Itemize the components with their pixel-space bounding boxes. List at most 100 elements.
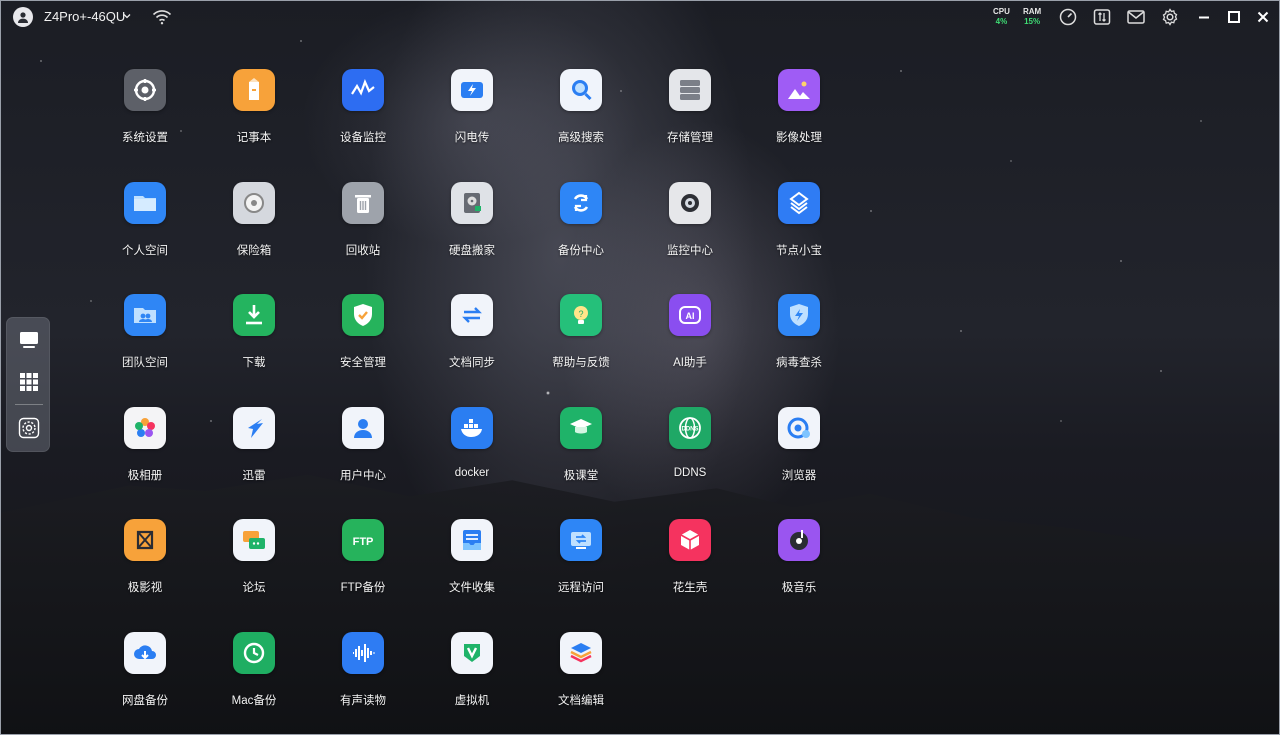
app-tile[interactable]: 远程访问 (531, 519, 631, 619)
docker-icon[interactable] (451, 407, 493, 449)
app-tile[interactable]: 文件收集 (422, 519, 522, 619)
app-tile[interactable]: 有声读物 (313, 632, 413, 732)
graduation-icon[interactable] (560, 407, 602, 449)
app-label: 硬盘搬家 (449, 245, 495, 257)
app-tile[interactable]: 网盘备份 (95, 632, 195, 732)
app-tile[interactable]: 下载 (204, 294, 304, 394)
backup-icon[interactable] (560, 182, 602, 224)
app-tile[interactable]: 花生壳 (640, 519, 740, 619)
gear-icon[interactable] (124, 69, 166, 111)
app-tile[interactable]: ? 帮助与反馈 (531, 294, 631, 394)
transfer-icon[interactable] (1092, 7, 1112, 27)
shield-check-icon[interactable] (342, 294, 384, 336)
download-icon[interactable] (233, 294, 275, 336)
app-tile[interactable]: 存储管理 (640, 69, 740, 169)
app-tile[interactable]: 闪电传 (422, 69, 522, 169)
app-tile[interactable]: 用户中心 (313, 407, 413, 507)
app-label: 论坛 (242, 582, 266, 594)
app-tile[interactable]: DDNS DDNS (640, 407, 740, 507)
app-tile[interactable]: 极音乐 (749, 519, 849, 619)
user-avatar-icon[interactable] (13, 7, 33, 27)
browser-icon[interactable] (778, 407, 820, 449)
app-tile[interactable]: 回收站 (313, 182, 413, 282)
app-tile[interactable]: 保险箱 (204, 182, 304, 282)
trash-icon[interactable] (342, 182, 384, 224)
monitor-wave-icon[interactable] (342, 69, 384, 111)
storage-icon[interactable] (669, 69, 711, 111)
app-tile[interactable]: docker (422, 407, 522, 507)
app-tile[interactable]: 影像处理 (749, 69, 849, 169)
app-tile[interactable]: 极相册 (95, 407, 195, 507)
video-icon[interactable] (124, 519, 166, 561)
speed-gauge-icon[interactable] (1058, 7, 1078, 27)
app-tile[interactable]: 记事本 (204, 69, 304, 169)
layers-icon[interactable] (560, 632, 602, 674)
user-icon[interactable] (342, 407, 384, 449)
app-tile[interactable]: 节点小宝 (749, 182, 849, 282)
app-tile[interactable]: 安全管理 (313, 294, 413, 394)
app-tile[interactable]: 备份中心 (531, 182, 631, 282)
maximize-icon[interactable] (1224, 7, 1244, 27)
music-icon[interactable] (778, 519, 820, 561)
app-tile[interactable]: 迅雷 (204, 407, 304, 507)
app-tile[interactable]: 监控中心 (640, 182, 740, 282)
disk-icon[interactable] (451, 182, 493, 224)
forum-icon[interactable] (233, 519, 275, 561)
chevron-down-icon[interactable] (122, 11, 132, 21)
help-bulb-icon[interactable]: ? (560, 294, 602, 336)
desktop-icon[interactable] (18, 329, 40, 351)
app-tile[interactable]: 硬盘搬家 (422, 182, 522, 282)
app-tile[interactable]: 系统设置 (95, 69, 195, 169)
settings-gear-icon[interactable] (1160, 7, 1180, 27)
app-tile[interactable]: Mac备份 (204, 632, 304, 732)
team-folder-icon[interactable] (124, 294, 166, 336)
app-tile[interactable]: 个人空间 (95, 182, 195, 282)
cloud-download-icon[interactable] (124, 632, 166, 674)
mail-icon[interactable] (1126, 7, 1146, 27)
photos-icon[interactable] (124, 407, 166, 449)
lightning-icon[interactable] (451, 69, 493, 111)
camera-icon[interactable] (669, 182, 711, 224)
folder-icon[interactable] (124, 182, 166, 224)
vm-icon[interactable] (451, 632, 493, 674)
pencil-icon[interactable] (233, 69, 275, 111)
remote-icon[interactable] (560, 519, 602, 561)
ai-icon[interactable]: AI (669, 294, 711, 336)
app-tile[interactable]: 极影视 (95, 519, 195, 619)
app-tile[interactable]: 团队空间 (95, 294, 195, 394)
app-label: 设备监控 (340, 132, 386, 144)
app-label: 浏览器 (781, 470, 817, 482)
app-label: 文档同步 (449, 357, 495, 369)
app-tile[interactable]: 极课堂 (531, 407, 631, 507)
app-tile[interactable]: 设备监控 (313, 69, 413, 169)
app-tile[interactable]: 高级搜索 (531, 69, 631, 169)
dock-settings-icon[interactable] (18, 417, 40, 439)
search-icon[interactable] (560, 69, 602, 111)
audiobook-icon[interactable] (342, 632, 384, 674)
app-tile[interactable]: 病毒查杀 (749, 294, 849, 394)
app-label: 远程访问 (558, 582, 604, 594)
safe-icon[interactable] (233, 182, 275, 224)
ftp-icon[interactable]: FTP (342, 519, 384, 561)
image-icon[interactable] (778, 69, 820, 111)
app-tile[interactable]: 浏览器 (749, 407, 849, 507)
app-tile[interactable]: 论坛 (204, 519, 304, 619)
antivirus-icon[interactable] (778, 294, 820, 336)
close-icon[interactable] (1253, 7, 1273, 27)
peanut-icon[interactable] (669, 519, 711, 561)
node-icon[interactable] (778, 182, 820, 224)
sync-icon[interactable] (451, 294, 493, 336)
inbox-icon[interactable] (451, 519, 493, 561)
app-tile[interactable]: 文档编辑 (531, 632, 631, 732)
thunder-icon[interactable] (233, 407, 275, 449)
ddns-icon[interactable]: DDNS (669, 407, 711, 449)
minimize-icon[interactable] (1194, 7, 1214, 27)
wifi-icon[interactable] (152, 8, 172, 26)
app-grid-icon[interactable] (18, 371, 40, 393)
time-machine-icon[interactable] (233, 632, 275, 674)
app-tile[interactable]: FTP FTP备份 (313, 519, 413, 619)
app-tile[interactable]: 虚拟机 (422, 632, 522, 732)
device-name[interactable]: Z4Pro+-46QU (44, 9, 125, 24)
app-tile[interactable]: AI AI助手 (640, 294, 740, 394)
app-tile[interactable]: 文档同步 (422, 294, 522, 394)
